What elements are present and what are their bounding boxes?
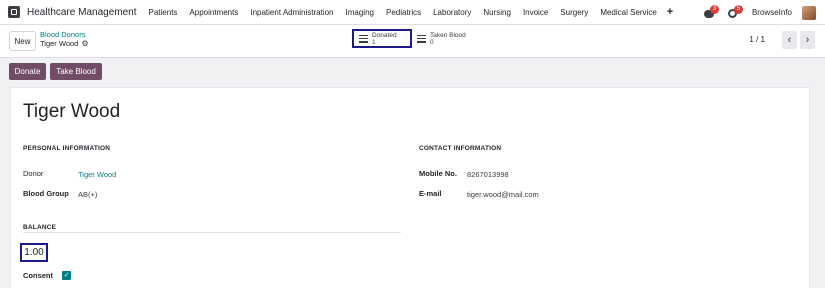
donated-count: 1 (372, 38, 376, 46)
menu-item-laboratory[interactable]: Laboratory (427, 8, 477, 17)
pager-previous-icon[interactable]: ‹ (782, 31, 797, 49)
balance-field[interactable]: 1.00 (20, 243, 48, 262)
consent-label: Consent (23, 271, 53, 280)
taken-blood-smart-button[interactable]: Taken Blood 0 (412, 29, 474, 48)
new-button[interactable]: New (9, 31, 36, 51)
blood-group-label: Blood Group (23, 189, 69, 198)
menu-item-surgery[interactable]: Surgery (554, 8, 594, 17)
menu-item-pediatrics[interactable]: Pediatrics (380, 8, 427, 17)
balance-divider (23, 232, 401, 233)
breadcrumb-current: Tiger Wood (40, 39, 79, 48)
form-sheet: Tiger Wood PERSONAL INFORMATION Donor Ti… (10, 87, 810, 288)
main-menu: Patients Appointments Inpatient Administ… (143, 6, 678, 18)
personal-information-heading: PERSONAL INFORMATION (23, 145, 111, 152)
donor-field[interactable]: Tiger Wood (78, 170, 116, 179)
donate-button[interactable]: Donate (9, 63, 46, 80)
contact-information-heading: CONTACT INFORMATION (419, 145, 502, 152)
mobile-field[interactable]: 8267013998 (467, 170, 509, 179)
email-field[interactable]: tiger.wood@mail.com (467, 190, 539, 199)
top-navbar: Healthcare Management Patients Appointme… (0, 0, 825, 25)
pager-value[interactable]: 1 / 1 (749, 35, 765, 44)
list-icon (359, 34, 368, 43)
user-name[interactable]: BrowseInfo (752, 8, 792, 17)
control-panel: New Blood Donors Tiger Wood ⚙ Donated 1 … (0, 25, 825, 58)
menu-item-medical-service[interactable]: Medical Service (594, 8, 662, 17)
app-brand[interactable]: Healthcare Management (27, 7, 137, 18)
menu-item-patients[interactable]: Patients (143, 8, 184, 17)
record-title[interactable]: Tiger Wood (23, 101, 120, 123)
scrollbar[interactable] (819, 87, 825, 288)
donated-label: Donated (372, 31, 397, 39)
consent-checkbox[interactable]: ✓ (62, 271, 71, 280)
breadcrumb: Blood Donors Tiger Wood ⚙ (40, 30, 89, 49)
balance-heading: BALANCE (23, 224, 57, 231)
donor-label: Donor (23, 169, 44, 178)
chat-icon[interactable]: 3 (703, 4, 719, 19)
menu-item-nursing[interactable]: Nursing (477, 8, 517, 17)
activity-badge: 5 (733, 4, 743, 14)
apps-menu-icon[interactable] (8, 6, 20, 18)
menu-item-appointments[interactable]: Appointments (183, 8, 244, 17)
email-label: E-mail (419, 189, 442, 198)
activity-clock-icon[interactable]: 5 (727, 4, 743, 19)
taken-blood-count: 0 (430, 38, 434, 46)
gear-icon[interactable]: ⚙ (81, 39, 88, 49)
add-menu-icon[interactable]: + (663, 6, 677, 18)
breadcrumb-blood-donors[interactable]: Blood Donors (40, 30, 89, 39)
donated-smart-button[interactable]: Donated 1 (352, 29, 412, 48)
take-blood-button[interactable]: Take Blood (50, 63, 102, 80)
menu-item-inpatient-administration[interactable]: Inpatient Administration (244, 8, 339, 17)
blood-group-field[interactable]: AB(+) (78, 190, 97, 199)
menu-item-imaging[interactable]: Imaging (340, 8, 380, 17)
chat-badge: 3 (709, 4, 719, 14)
taken-blood-label: Taken Blood (430, 31, 466, 39)
menu-item-invoice[interactable]: Invoice (517, 8, 554, 17)
avatar[interactable] (802, 5, 816, 20)
pager-next-icon[interactable]: › (800, 31, 815, 49)
list-icon (417, 34, 426, 43)
systray: 3 5 BrowseInfo (703, 0, 825, 25)
mobile-label: Mobile No. (419, 169, 457, 178)
